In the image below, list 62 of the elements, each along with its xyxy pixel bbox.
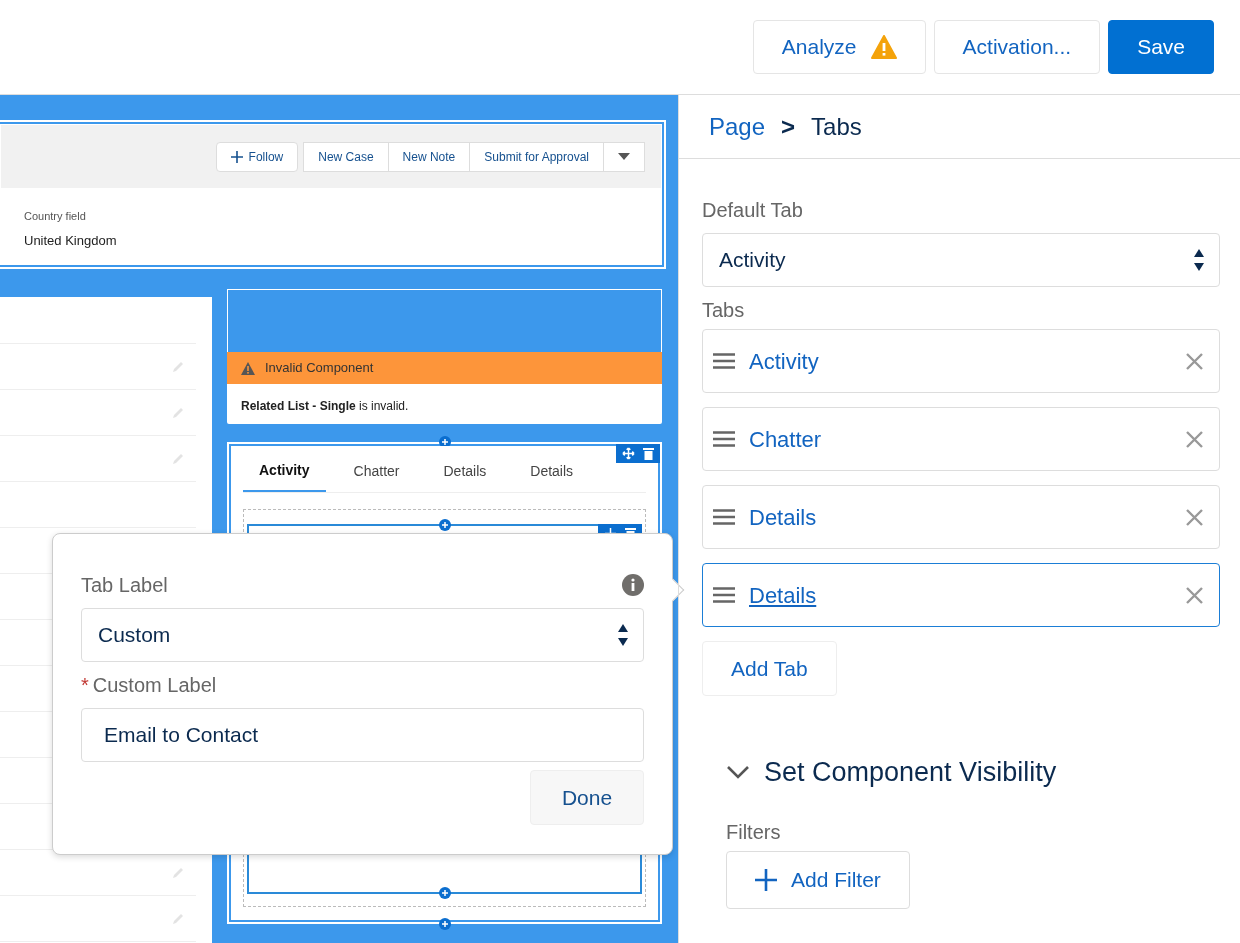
tab-list-item[interactable]: Details <box>702 563 1220 627</box>
action-button[interactable]: New Note <box>387 141 471 172</box>
add-icon[interactable] <box>438 918 451 930</box>
select-arrows-icon <box>617 622 629 648</box>
warning-icon <box>870 35 897 59</box>
action-button[interactable]: Submit for Approval <box>469 141 604 172</box>
input-field[interactable]: Email to Contact <box>81 708 644 762</box>
breadcrumb-separator: > <box>781 111 796 142</box>
activation-button[interactable]: Activation... <box>933 20 1101 74</box>
tab-list-item[interactable]: Chatter <box>702 407 1220 471</box>
tab-label-select[interactable]: Custom <box>81 608 644 662</box>
analyze-button[interactable]: Analyze <box>752 20 926 74</box>
tab-name[interactable]: Chatter <box>749 422 1172 456</box>
caret-icon <box>618 153 630 160</box>
field-value: United Kingdom <box>24 231 118 250</box>
tab-name[interactable]: Details <box>749 578 1172 612</box>
tab[interactable]: Details <box>427 454 503 492</box>
done-button[interactable]: Done <box>530 770 644 825</box>
plus-icon <box>755 868 777 891</box>
tab-name[interactable]: Activity <box>749 344 1172 378</box>
add-tab-button[interactable]: Add Tab <box>702 641 837 696</box>
close-icon[interactable] <box>1186 508 1203 526</box>
tab-list-item[interactable]: Activity <box>702 329 1220 393</box>
drag-handle-icon[interactable] <box>713 353 735 369</box>
drag-handle-icon[interactable] <box>713 431 735 447</box>
delete-icon[interactable] <box>643 447 654 460</box>
add-filter-button[interactable]: Add Filter <box>726 850 910 909</box>
required-marker: * <box>81 673 89 698</box>
close-icon[interactable] <box>1186 586 1203 604</box>
tab[interactable]: Chatter <box>337 454 416 492</box>
default-tab-select[interactable]: Activity <box>702 233 1220 287</box>
add-icon[interactable] <box>438 887 451 899</box>
drag-handle-icon[interactable] <box>713 587 735 603</box>
warning-icon <box>241 361 255 375</box>
info-icon[interactable] <box>622 574 644 596</box>
move-icon[interactable] <box>622 447 635 460</box>
field-label: Default Tab <box>702 198 804 223</box>
plus-icon <box>230 150 243 163</box>
menu-button[interactable] <box>603 141 645 172</box>
breadcrumb-link[interactable]: Page <box>709 108 766 145</box>
follow-button[interactable]: Follow <box>215 141 299 172</box>
chevron-down-icon[interactable] <box>726 765 750 780</box>
section-label: Filters <box>726 819 782 845</box>
section-label: Tabs <box>702 298 746 323</box>
tab-name[interactable]: Details <box>749 500 1172 534</box>
drag-handle-icon[interactable] <box>713 509 735 525</box>
error-message: Related List - Single is invalid. <box>240 398 410 415</box>
section-title: Set Component Visibility <box>764 756 1057 789</box>
tab-list-item[interactable]: Details <box>702 485 1220 549</box>
add-icon[interactable] <box>438 519 451 531</box>
select-arrows-icon <box>1193 247 1205 273</box>
close-icon[interactable] <box>1186 430 1203 448</box>
field-label: Custom Label <box>92 673 217 698</box>
action-button[interactable]: New Case <box>303 141 389 172</box>
error-title: Invalid Component <box>265 359 374 378</box>
tab[interactable]: Activity <box>243 454 326 492</box>
close-icon[interactable] <box>1186 352 1203 370</box>
save-button[interactable]: Save <box>1108 20 1214 74</box>
breadcrumb-current: Tabs <box>811 111 862 142</box>
tab[interactable]: Details <box>514 454 590 492</box>
field-label: Tab Label <box>81 573 168 598</box>
field-label: Country field <box>24 209 87 224</box>
